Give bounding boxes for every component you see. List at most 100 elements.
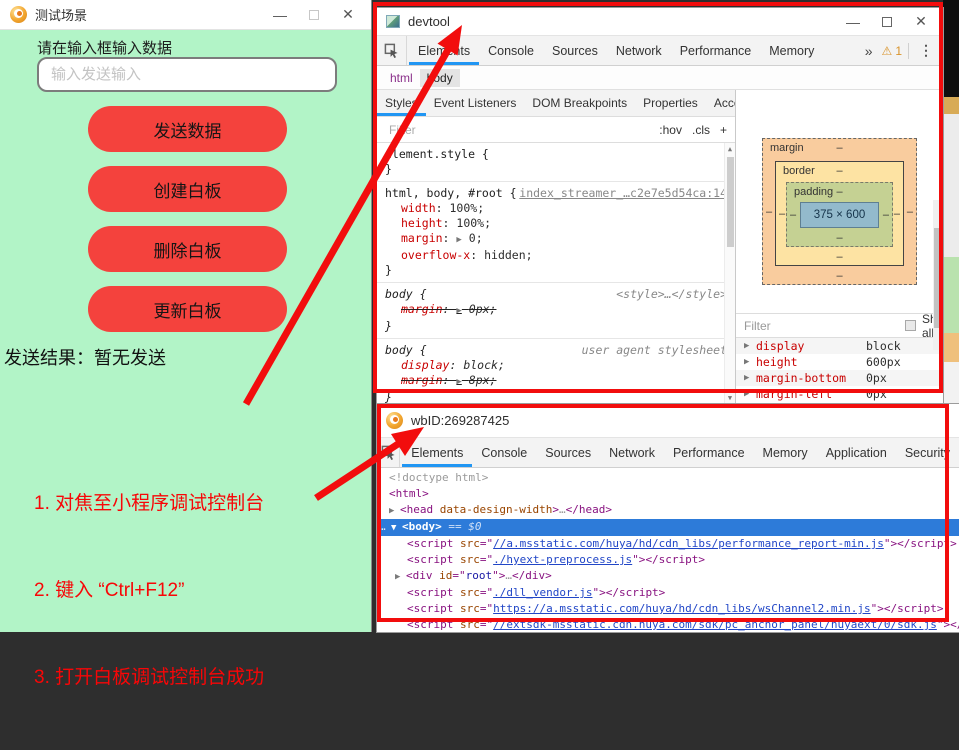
subtab-event-listeners[interactable]: Event Listeners: [426, 90, 525, 116]
tab-elements[interactable]: Elements: [402, 438, 472, 467]
stylesheet-link[interactable]: index_streamer_…c2e7e5d54ca:14: [519, 186, 727, 201]
tab-performance[interactable]: Performance: [671, 36, 761, 65]
dom-script-line[interactable]: <script src="https://a.msstatic.com/huya…: [377, 601, 959, 617]
tab-security[interactable]: Security: [896, 438, 959, 467]
tab-console[interactable]: Console: [479, 36, 543, 65]
scroll-down-icon[interactable]: ▼: [725, 394, 735, 402]
tab-sources[interactable]: Sources: [536, 438, 600, 467]
annotation-step-2: 2. 键入 “Ctrl+F12”: [34, 576, 264, 605]
create-whiteboard-button[interactable]: 创建白板: [88, 166, 287, 212]
script-src-link[interactable]: //extsdk-msstatic.cdn.huya.com/sdk/pc_an…: [493, 618, 937, 631]
tab-performance[interactable]: Performance: [664, 438, 754, 467]
subtab-dom-breakpoints[interactable]: DOM Breakpoints: [524, 90, 635, 116]
css-rule-root[interactable]: index_streamer_…c2e7e5d54ca:14 html, bod…: [377, 182, 735, 283]
expand-icon[interactable]: ▶: [456, 377, 461, 387]
subtab-styles[interactable]: Styles: [377, 90, 426, 116]
dom-script-line[interactable]: <script src="./dll_vendor.js"></script>: [377, 585, 959, 601]
update-whiteboard-button[interactable]: 更新白板: [88, 286, 287, 332]
computed-filter-input[interactable]: [744, 319, 899, 333]
styles-filter-input[interactable]: [385, 121, 651, 139]
dom-script-line[interactable]: <script src="//extsdk-msstatic.cdn.huya.…: [377, 617, 959, 632]
send-data-button[interactable]: 发送数据: [88, 106, 287, 152]
collapse-icon[interactable]: ▶: [395, 569, 406, 585]
dom-script-line[interactable]: <script src="./hyext-preprocess.js"></sc…: [377, 552, 959, 568]
devtool-minimize-button[interactable]: —: [840, 14, 866, 30]
devtool-app-icon: [386, 15, 400, 28]
breadcrumb-body[interactable]: body: [420, 69, 460, 87]
subtab-accessibility[interactable]: Accessibility: [706, 90, 736, 116]
tab-sources[interactable]: Sources: [543, 36, 607, 65]
computed-scrollbar[interactable]: [933, 200, 942, 350]
tab-application[interactable]: Application: [817, 438, 896, 467]
devtool-window: devtool — ✕ Elements Console Sources Net…: [377, 8, 943, 404]
app-titlebar: 测试场景 — ✕: [0, 0, 371, 30]
inspect-element-button[interactable]: [377, 36, 407, 65]
devtool-main-tabs: Elements Console Sources Network Perform…: [377, 35, 943, 66]
rule-close: }: [385, 263, 727, 278]
wb-main-tabs: Elements Console Sources Network Perform…: [377, 437, 959, 468]
css-property: overflow-x: hidden;: [385, 248, 727, 263]
border-label: border: [783, 165, 815, 177]
script-src-link[interactable]: ./dll_vendor.js: [493, 586, 592, 599]
css-property: margin: ▶ 0;: [385, 231, 727, 248]
wb-window-title: wbID:269287425: [411, 413, 950, 428]
test-scene-window: 测试场景 — ✕ 请在输入框输入数据 发送数据 创建白板 删除白板 更新白板 发…: [0, 0, 372, 632]
box-model-content[interactable]: 375 × 600: [800, 202, 879, 228]
expand-icon[interactable]: ▶: [456, 235, 461, 245]
dom-body-line-selected[interactable]: …▼<body> == $0: [377, 519, 959, 536]
computed-property-row[interactable]: ▶displayblock: [736, 338, 943, 354]
delete-whiteboard-button[interactable]: 删除白板: [88, 226, 287, 272]
css-rule-user-agent[interactable]: user agent stylesheet body { display: bl…: [377, 339, 735, 404]
inspect-element-button[interactable]: [377, 438, 400, 467]
tab-elements[interactable]: Elements: [409, 36, 479, 65]
devtool-maximize-button[interactable]: [874, 17, 900, 27]
expand-icon[interactable]: ▶: [456, 306, 461, 316]
tab-network[interactable]: Network: [600, 438, 664, 467]
css-rule-body-style[interactable]: <style>…</style> body { margin: ▶ 0px; }: [377, 283, 735, 339]
computed-property-row[interactable]: ▶margin-bottom0px: [736, 370, 943, 386]
dom-head-line[interactable]: ▶<head data-design-width>…</head>: [377, 502, 959, 519]
class-toggle[interactable]: .cls: [692, 123, 710, 137]
breadcrumb-html[interactable]: html: [385, 69, 418, 87]
tab-memory[interactable]: Memory: [754, 438, 817, 467]
box-model-padding[interactable]: padding – – – – 375 × 600: [786, 182, 893, 247]
collapse-icon[interactable]: ▶: [389, 503, 400, 519]
script-src-link[interactable]: https://a.msstatic.com/huya/hd/cdn_libs/…: [493, 602, 871, 615]
box-model-margin[interactable]: margin – – – – border – – – – padding –: [762, 138, 917, 285]
input-hint-label: 请在输入框输入数据: [37, 37, 172, 58]
scroll-thumb[interactable]: [934, 228, 941, 328]
dom-script-line[interactable]: <script src="//a.msstatic.com/huya/hd/cd…: [377, 536, 959, 552]
close-button[interactable]: ✕: [335, 6, 361, 23]
warning-badge[interactable]: ⚠ 1: [882, 44, 902, 58]
tab-console[interactable]: Console: [472, 438, 536, 467]
rule-close: }: [385, 390, 727, 404]
scroll-up-icon[interactable]: ▲: [725, 145, 735, 153]
styles-scrollbar[interactable]: ▲ ▼: [724, 143, 735, 404]
expand-icon[interactable]: ▼: [391, 520, 402, 536]
pseudo-state-toggle[interactable]: :hov: [659, 123, 682, 137]
send-input[interactable]: [37, 57, 337, 92]
new-rule-button[interactable]: +: [720, 123, 727, 137]
tab-network[interactable]: Network: [607, 36, 671, 65]
subtab-properties[interactable]: Properties: [635, 90, 706, 116]
dom-div-root-line[interactable]: ▶<div id="root">…</div>: [377, 568, 959, 585]
dom-html-open[interactable]: <html>: [377, 486, 959, 502]
computed-property-row[interactable]: ▶height600px: [736, 354, 943, 370]
devtool-close-button[interactable]: ✕: [908, 13, 934, 30]
dom-doctype[interactable]: <!doctype html>: [377, 470, 959, 486]
rule-close: }: [385, 162, 727, 177]
more-tabs-icon[interactable]: »: [862, 43, 876, 59]
script-src-link[interactable]: //a.msstatic.com/huya/hd/cdn_libs/perfor…: [493, 537, 884, 550]
element-style-rule[interactable]: element.style { }: [377, 143, 735, 182]
show-all-checkbox[interactable]: [905, 320, 916, 331]
box-model-border[interactable]: border – – – – padding – – – – 375 × 6: [775, 161, 904, 266]
script-src-link[interactable]: ./hyext-preprocess.js: [493, 553, 632, 566]
scroll-thumb[interactable]: [727, 157, 734, 247]
maximize-button[interactable]: [301, 10, 327, 20]
annotation-step-1: 1. 对焦至小程序调试控制台: [34, 489, 264, 518]
minimize-button[interactable]: —: [267, 7, 293, 23]
kebab-menu-icon[interactable]: ⋮: [915, 42, 937, 59]
computed-property-row[interactable]: ▶margin-left0px: [736, 386, 943, 402]
expand-icon: ▶: [744, 370, 756, 386]
tab-memory[interactable]: Memory: [760, 36, 823, 65]
